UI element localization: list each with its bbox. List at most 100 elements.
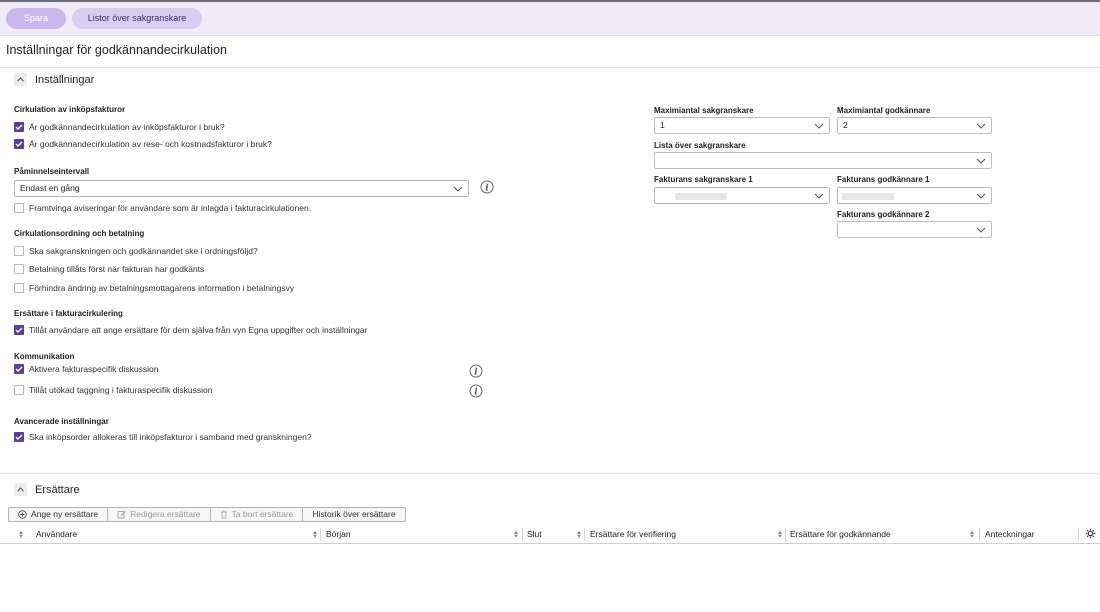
max-approvers-label: Maximiantal godkännare [837, 106, 931, 115]
svg-text:i: i [474, 388, 478, 398]
checkbox-label: Betalning tillåts först när fakturan har… [29, 264, 205, 274]
edit-substitute-button[interactable]: Redigera ersättare [108, 508, 211, 521]
edit-icon [117, 511, 126, 519]
chevron-down-icon [976, 227, 986, 233]
substitute-history-button[interactable]: Historik över ersättare [303, 508, 404, 521]
invoice-reviewer-1-select[interactable] [654, 187, 830, 204]
group-title-substitutes: Ersättare i fakturacirkulering [14, 309, 123, 318]
max-approvers-select[interactable]: 2 [837, 117, 992, 134]
column-header-start[interactable]: Början [326, 526, 351, 543]
select-value: 1 [660, 120, 665, 130]
column-header-end[interactable]: Slut [527, 526, 542, 543]
column-header-user[interactable]: Användare [36, 526, 77, 543]
column-header-notes[interactable]: Anteckningar [985, 526, 1035, 543]
checkbox-label: Tillåt utökad taggning i fakturaspecifik… [29, 385, 213, 395]
checkbox-row-invoice-discussion[interactable]: Aktivera fakturaspecifik diskussion [14, 364, 158, 374]
reviewer-list-select[interactable] [654, 152, 992, 169]
checkbox-row-payment-after-approval[interactable]: Betalning tillåts först när fakturan har… [14, 264, 204, 274]
group-title-advanced: Avancerade inställningar [14, 417, 109, 426]
substitutes-section-header[interactable]: Ersättare [14, 483, 80, 496]
svg-text:i: i [485, 184, 489, 194]
checkbox-row-circulation-purchase[interactable]: Är godkännandecirkulation av inköpsfaktu… [14, 122, 225, 132]
chevron-down-icon [453, 186, 463, 192]
invoice-approver-1-label: Fakturans godkännare 1 [837, 175, 930, 184]
checkbox[interactable] [14, 203, 24, 213]
column-divider[interactable] [522, 528, 523, 541]
column-divider[interactable] [584, 528, 585, 541]
invoice-reviewer-1-label: Fakturans sakgranskare 1 [654, 175, 753, 184]
substitutes-section-title: Ersättare [35, 483, 80, 496]
checkbox[interactable] [14, 122, 24, 132]
column-header-verification-substitute[interactable]: Ersättare för verifiering [590, 526, 676, 543]
invoice-approver-2-select[interactable] [837, 221, 992, 238]
checkbox-label: Tillåt användare att ange ersättare för … [29, 325, 368, 335]
chevron-down-icon [814, 193, 824, 199]
checkbox[interactable] [14, 264, 24, 274]
column-divider[interactable] [320, 528, 321, 541]
checkbox[interactable] [14, 364, 24, 374]
checkbox[interactable] [14, 385, 24, 395]
select-value: 2 [843, 120, 848, 130]
delete-substitute-button[interactable]: Ta bort ersättare [211, 508, 304, 521]
divider [0, 67, 1100, 68]
substitutes-toolbar: Ange ny ersättare Redigera ersättare Ta … [8, 507, 406, 522]
sort-icon[interactable]: ▲ ▼ [969, 530, 975, 540]
svg-text:i: i [474, 368, 478, 378]
info-icon[interactable]: i [480, 180, 494, 194]
checkbox-row-prevent-payee-change[interactable]: Förhindra ändring av betalningsmottagare… [14, 283, 294, 293]
checkbox-row-allow-self-substitute[interactable]: Tillåt användare att ange ersättare för … [14, 325, 367, 335]
info-icon[interactable]: i [469, 364, 483, 378]
sort-icon[interactable]: ▲ ▼ [18, 530, 24, 540]
top-toolbar: Spara Listor över sakgranskare [0, 0, 1100, 36]
checkbox-row-force-notifications[interactable]: Framtvinga aviseringar för användare som… [14, 203, 311, 213]
edit-substitute-label: Redigera ersättare [130, 509, 201, 519]
select-value: Endast en gång [20, 183, 80, 193]
group-title-circulation: Cirkulation av inköpsfakturor [14, 105, 126, 114]
reviewer-lists-button[interactable]: Listor över sakgranskare [72, 8, 202, 29]
checkbox-row-sequential[interactable]: Ska sakgranskningen och godkännandet ske… [14, 246, 258, 256]
sort-icon[interactable]: ▲ ▼ [513, 530, 519, 540]
delete-substitute-label: Ta bort ersättare [231, 509, 294, 519]
column-divider[interactable] [785, 528, 786, 541]
checkbox[interactable] [14, 325, 24, 335]
checkbox-label: Är godkännandecirkulation av inköpsfaktu… [29, 122, 225, 132]
checkbox-label: Aktivera fakturaspecifik diskussion [29, 364, 159, 374]
checkbox[interactable] [14, 246, 24, 256]
reviewer-list-label: Lista över sakgranskare [654, 141, 746, 150]
page-title: Inställningar för godkännandecirkulation [6, 43, 227, 57]
chevron-up-icon[interactable] [14, 73, 27, 86]
chevron-up-icon[interactable] [14, 483, 27, 496]
sort-icon[interactable]: ▲ ▼ [777, 530, 783, 540]
max-reviewers-label: Maximiantal sakgranskare [654, 106, 754, 115]
column-divider [1078, 528, 1079, 541]
checkbox-label: Förhindra ändring av betalningsmottagare… [29, 283, 295, 293]
chevron-down-icon [976, 193, 986, 199]
settings-section-header[interactable]: Inställningar [14, 73, 94, 86]
checkbox-label: Framtvinga aviseringar för användare som… [29, 203, 312, 213]
max-reviewers-select[interactable]: 1 [654, 117, 830, 134]
settings-gear-icon[interactable] [1085, 528, 1096, 539]
info-icon[interactable]: i [469, 384, 483, 398]
checkbox-row-circulation-travel[interactable]: Är godkännandecirkulation av rese- och k… [14, 139, 272, 149]
add-substitute-button[interactable]: Ange ny ersättare [9, 508, 109, 521]
plus-circle-icon [18, 510, 27, 519]
divider [0, 473, 1100, 474]
column-divider[interactable] [979, 528, 980, 541]
checkbox-row-extended-tagging[interactable]: Tillåt utökad taggning i fakturaspecifik… [14, 385, 212, 395]
column-header-approval-substitute[interactable]: Ersättare för godkännande [790, 526, 891, 543]
substitutes-table-header: ▲ ▼ Användare ▲ ▼ Början ▲ ▼ Slut ▲ ▼ Ersätt… [0, 526, 1100, 544]
checkbox-label: Ska inköpsorder allokeras till inköpsfak… [29, 432, 312, 442]
reminder-interval-select[interactable]: Endast en gång [14, 180, 469, 197]
sort-icon[interactable]: ▲ ▼ [576, 530, 582, 540]
save-button[interactable]: Spara [6, 8, 66, 29]
trash-icon [220, 510, 227, 519]
invoice-approver-2-label: Fakturans godkännare 2 [837, 210, 930, 219]
checkbox[interactable] [14, 139, 24, 149]
sort-icon[interactable]: ▲ ▼ [312, 530, 318, 540]
checkbox-row-allocate-purchase-orders[interactable]: Ska inköpsorder allokeras till inköpsfak… [14, 432, 312, 442]
checkbox[interactable] [14, 283, 24, 293]
settings-section-title: Inställningar [35, 73, 95, 86]
invoice-approver-1-select[interactable] [837, 187, 992, 204]
checkbox-label: Ska sakgranskningen och godkännandet ske… [29, 246, 258, 256]
checkbox[interactable] [14, 432, 24, 442]
